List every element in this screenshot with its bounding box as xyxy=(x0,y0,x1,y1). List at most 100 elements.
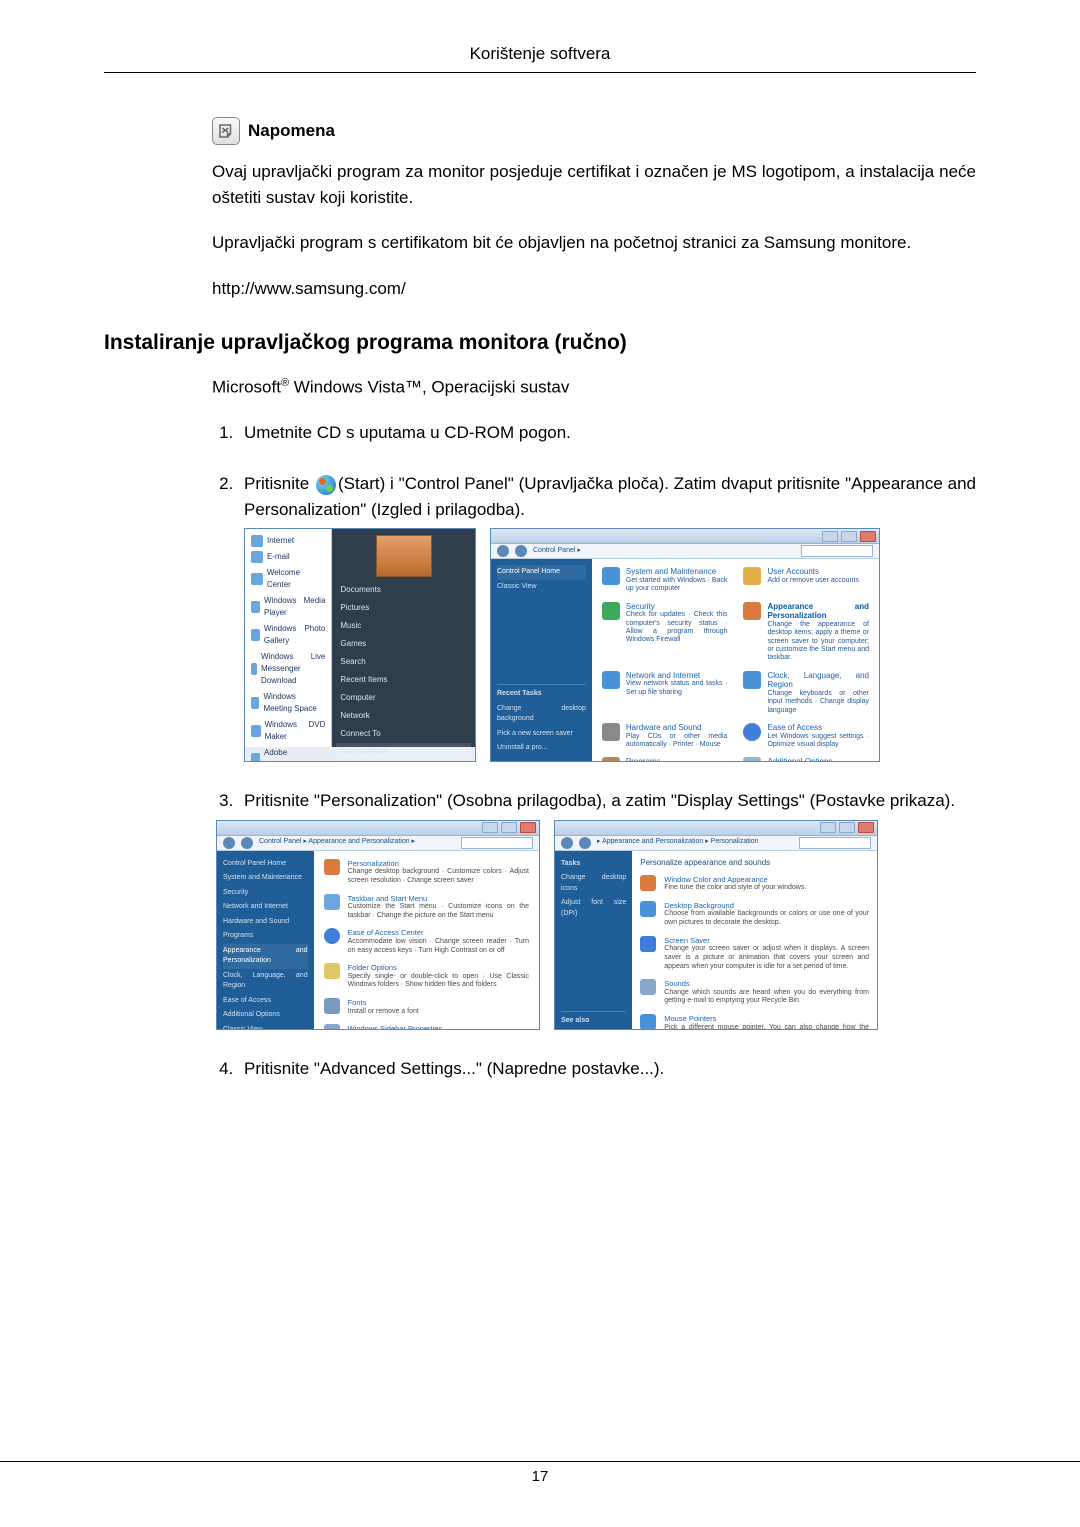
step-3-text: Pritisnite "Personalization" (Osobna pri… xyxy=(244,791,955,810)
recent-task[interactable]: Uninstall a pro... xyxy=(497,741,586,756)
personalization-icon xyxy=(324,859,340,875)
close-button[interactable] xyxy=(858,822,874,833)
appearance-sidebar: Control Panel Home System and Maintenanc… xyxy=(217,851,314,1030)
sidebar-item[interactable]: Ease of Access xyxy=(223,994,308,1009)
start-right-item[interactable]: Pictures xyxy=(336,599,471,617)
close-button[interactable] xyxy=(860,531,876,542)
recent-task[interactable]: Pick a new screen saver xyxy=(497,727,586,742)
nav-forward-icon[interactable] xyxy=(579,837,591,849)
cp-category[interactable]: Additional Options xyxy=(743,757,869,762)
sidebar-item[interactable]: Appearance and Personalization xyxy=(223,944,308,969)
maximize-button[interactable] xyxy=(841,531,857,542)
pers-item[interactable]: SoundsChange which sounds are heard when… xyxy=(640,979,869,1006)
tasks-header: Tasks xyxy=(561,857,626,872)
pers-item[interactable]: Screen SaverChange your screen saver or … xyxy=(640,936,869,972)
sidebar-classic[interactable]: Classic View xyxy=(497,580,586,595)
recent-tasks-header: Recent Tasks xyxy=(497,684,586,702)
sidebar-item[interactable]: Network and Internet xyxy=(223,900,308,915)
start-item[interactable]: Windows Live Messenger Download xyxy=(249,649,327,689)
pers-item[interactable]: Mouse PointersPick a different mouse poi… xyxy=(640,1014,869,1030)
search-input[interactable] xyxy=(801,545,873,557)
cp-category[interactable]: User AccountsAdd or remove user accounts xyxy=(743,567,869,593)
breadcrumb[interactable]: Control Panel ▸ Appearance and Personali… xyxy=(259,837,415,848)
appearance-item[interactable]: Ease of Access CenterAccommodate low vis… xyxy=(324,928,529,955)
start-item[interactable]: E-mail xyxy=(249,549,327,565)
start-item[interactable]: Windows Meeting Space xyxy=(249,689,327,717)
appearance-main: PersonalizationChange desktop background… xyxy=(314,851,539,1030)
start-right-item-control-panel[interactable]: Control Panel xyxy=(336,743,471,761)
start-item[interactable]: Adobe Photoshop CS2 xyxy=(249,745,327,762)
sidebar-item[interactable]: Control Panel Home xyxy=(223,857,308,872)
nav-back-icon[interactable] xyxy=(223,837,235,849)
paragraph-1: Ovaj upravljački program za monitor posj… xyxy=(212,159,976,210)
start-item[interactable]: Windows Photo Gallery xyxy=(249,621,327,649)
screenshot-appearance: Control Panel ▸ Appearance and Personali… xyxy=(216,820,540,1030)
recent-task[interactable]: Change desktop background xyxy=(497,702,586,727)
appearance-item[interactable]: FontsInstall or remove a font xyxy=(324,998,529,1016)
start-right-column: Documents Pictures Music Games Search Re… xyxy=(332,529,475,747)
search-input[interactable] xyxy=(799,837,871,849)
start-item[interactable]: Windows Media Player xyxy=(249,593,327,621)
start-right-item[interactable]: Games xyxy=(336,635,471,653)
sidebar-item[interactable]: Hardware and Sound xyxy=(223,915,308,930)
pers-item[interactable]: Desktop BackgroundChoose from available … xyxy=(640,901,869,928)
cp-category[interactable]: Ease of AccessLet Windows suggest settin… xyxy=(743,723,869,749)
sounds-icon xyxy=(640,979,656,995)
cp-category[interactable]: SecurityCheck for updates · Check this c… xyxy=(602,602,728,663)
sidebar-item[interactable]: System and Maintenance xyxy=(223,871,308,886)
screenshot-start-menu: Internet E-mail Welcome Center Windows M… xyxy=(244,528,476,762)
sidebar-item[interactable]: Additional Options xyxy=(223,1008,308,1023)
cp-category[interactable]: Hardware and SoundPlay CDs or other medi… xyxy=(602,723,728,749)
app-icon xyxy=(251,697,259,709)
start-item[interactable]: Welcome Center xyxy=(249,565,327,593)
sidebar-item[interactable]: Classic View xyxy=(223,1023,308,1030)
sidebar-task[interactable]: Change desktop icons xyxy=(561,871,626,896)
sidebar-task[interactable]: Adjust font size (DPI) xyxy=(561,896,626,921)
start-right-item[interactable]: Search xyxy=(336,653,471,671)
nav-forward-icon[interactable] xyxy=(515,545,527,557)
search-input[interactable] xyxy=(461,837,533,849)
hardware-icon xyxy=(602,723,620,741)
start-right-item[interactable]: Music xyxy=(336,617,471,635)
close-button[interactable] xyxy=(520,822,536,833)
start-right-item[interactable]: Connect To xyxy=(336,725,471,743)
maximize-button[interactable] xyxy=(839,822,855,833)
screenshot-control-panel: Control Panel ▸ Control Panel Home Class… xyxy=(490,528,880,762)
minimize-button[interactable] xyxy=(820,822,836,833)
start-right-item[interactable]: Computer xyxy=(336,689,471,707)
os-rest: Windows Vista™, Operacijski sustav xyxy=(289,378,569,397)
ease-icon xyxy=(324,928,340,944)
minimize-button[interactable] xyxy=(482,822,498,833)
appearance-item[interactable]: Folder OptionsSpecify single- or double-… xyxy=(324,963,529,990)
start-right-item[interactable]: Recent Items xyxy=(336,671,471,689)
start-right-item[interactable]: Network xyxy=(336,707,471,725)
sidebar-item[interactable]: Security xyxy=(223,886,308,901)
nav-back-icon[interactable] xyxy=(561,837,573,849)
cp-category[interactable]: System and MaintenanceGet started with W… xyxy=(602,567,728,593)
personalization-main: Personalize appearance and sounds Window… xyxy=(632,851,877,1030)
sidebar-item[interactable]: Clock, Language, and Region xyxy=(223,969,308,994)
maximize-button[interactable] xyxy=(501,822,517,833)
appearance-item-personalization[interactable]: PersonalizationChange desktop background… xyxy=(324,859,529,886)
breadcrumb[interactable]: Control Panel ▸ xyxy=(533,546,581,557)
appearance-item[interactable]: Windows Sidebar PropertiesAdd gadgets to… xyxy=(324,1024,529,1029)
nav-forward-icon[interactable] xyxy=(241,837,253,849)
sidebar-item[interactable]: Programs xyxy=(223,929,308,944)
appearance-item[interactable]: Taskbar and Start MenuCustomize the Star… xyxy=(324,894,529,921)
start-right-item[interactable]: Default Programs xyxy=(336,761,471,762)
cp-category-appearance[interactable]: Appearance and PersonalizationChange the… xyxy=(743,602,869,663)
start-right-item[interactable]: Documents xyxy=(336,581,471,599)
start-item[interactable]: Internet xyxy=(249,533,327,549)
pers-item[interactable]: Window Color and AppearanceFine tune the… xyxy=(640,875,869,893)
nav-back-icon[interactable] xyxy=(497,545,509,557)
start-item[interactable]: Windows DVD Maker xyxy=(249,717,327,745)
sidebar-home[interactable]: Control Panel Home xyxy=(497,565,586,580)
minimize-button[interactable] xyxy=(822,531,838,542)
cp-category[interactable]: Network and InternetView network status … xyxy=(602,671,728,715)
seealso-item[interactable]: Taskbar and Start Menu xyxy=(561,1029,626,1030)
os-pre: Microsoft xyxy=(212,378,281,397)
cp-category[interactable]: ProgramsUninstall a program · Change sta… xyxy=(602,757,728,762)
cp-category[interactable]: Clock, Language, and RegionChange keyboa… xyxy=(743,671,869,715)
user-icon xyxy=(743,567,761,585)
breadcrumb[interactable]: ▸ Appearance and Personalization ▸ Perso… xyxy=(597,837,759,848)
